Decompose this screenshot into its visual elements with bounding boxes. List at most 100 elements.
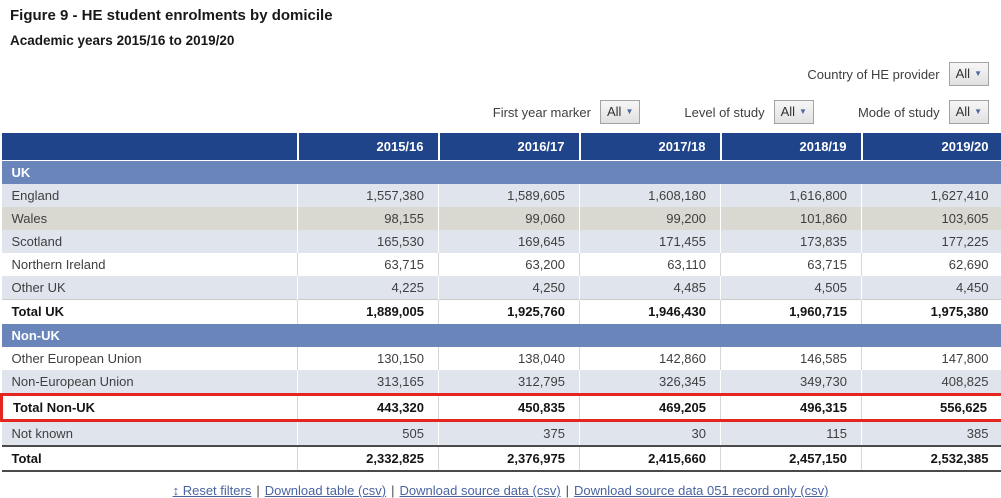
row-label: Other UK	[2, 276, 298, 300]
table-row: Other UK4,2254,2504,4854,5054,450	[2, 276, 1001, 300]
row-label: Not known	[2, 421, 298, 447]
cell-value: 63,715	[298, 253, 439, 276]
cell-value: 375	[439, 421, 580, 447]
level-filter-label: Level of study	[684, 105, 764, 120]
first-year-filter-dropdown[interactable]: All ▼	[600, 100, 640, 124]
country-filter-group: Country of HE provider All ▼	[807, 62, 989, 86]
cell-value: 115	[721, 421, 862, 447]
cell-value: 177,225	[862, 230, 1001, 253]
row-label: Other European Union	[2, 347, 298, 370]
row-label: Wales	[2, 207, 298, 230]
column-header-2018-19: 2018/19	[721, 133, 862, 161]
table-body: UKEngland1,557,3801,589,6051,608,1801,61…	[2, 161, 1001, 472]
cell-value: 146,585	[721, 347, 862, 370]
cell-value: 4,450	[862, 276, 1001, 300]
cell-value: 312,795	[439, 370, 580, 395]
row-label: Total	[2, 446, 298, 471]
cell-value: 556,625	[862, 395, 1001, 421]
cell-value: 2,332,825	[298, 446, 439, 471]
download-table-link[interactable]: Download table (csv)	[265, 483, 386, 498]
level-filter-value: All	[781, 105, 795, 119]
table-row: Wales98,15599,06099,200101,860103,605	[2, 207, 1001, 230]
cell-value: 1,889,005	[298, 300, 439, 324]
cell-value: 138,040	[439, 347, 580, 370]
footer-links: ↕ Reset filters|Download table (csv)|Dow…	[0, 483, 1001, 498]
cell-value: 1,608,180	[580, 184, 721, 207]
cell-value: 385	[862, 421, 1001, 447]
table-row: Non-European Union313,165312,795326,3453…	[2, 370, 1001, 395]
cell-value: 1,925,760	[439, 300, 580, 324]
section-label: UK	[2, 161, 1001, 185]
chevron-down-icon: ▼	[625, 108, 633, 116]
level-filter-group: Level of study All ▼	[684, 100, 814, 124]
cell-value: 1,960,715	[721, 300, 862, 324]
first-year-filter-label: First year marker	[493, 105, 591, 120]
section-header-row: UK	[2, 161, 1001, 185]
cell-value: 99,060	[439, 207, 580, 230]
cell-value: 408,825	[862, 370, 1001, 395]
cell-value: 62,690	[862, 253, 1001, 276]
chevron-down-icon: ▼	[974, 70, 982, 78]
mode-filter-value: All	[956, 105, 970, 119]
link-separator: |	[391, 483, 394, 498]
first-year-filter-group: First year marker All ▼	[493, 100, 641, 124]
cell-value: 63,200	[439, 253, 580, 276]
row-label: Total Non-UK	[2, 395, 298, 421]
cell-value: 1,946,430	[580, 300, 721, 324]
cell-value: 30	[580, 421, 721, 447]
level-filter-dropdown[interactable]: All ▼	[774, 100, 814, 124]
cell-value: 1,589,605	[439, 184, 580, 207]
column-header-2016-17: 2016/17	[439, 133, 580, 161]
cell-value: 98,155	[298, 207, 439, 230]
country-filter-dropdown[interactable]: All ▼	[949, 62, 989, 86]
table-row: Total2,332,8252,376,9752,415,6602,457,15…	[2, 446, 1001, 471]
row-label: Scotland	[2, 230, 298, 253]
cell-value: 63,110	[580, 253, 721, 276]
cell-value: 443,320	[298, 395, 439, 421]
first-year-filter-value: All	[607, 105, 621, 119]
cell-value: 313,165	[298, 370, 439, 395]
table-row: Not known50537530115385	[2, 421, 1001, 447]
row-label: Northern Ireland	[2, 253, 298, 276]
cell-value: 4,485	[580, 276, 721, 300]
column-header-2019-20: 2019/20	[862, 133, 1001, 161]
cell-value: 349,730	[721, 370, 862, 395]
table-row: Northern Ireland63,71563,20063,11063,715…	[2, 253, 1001, 276]
mode-filter-dropdown[interactable]: All ▼	[949, 100, 989, 124]
cell-value: 130,150	[298, 347, 439, 370]
cell-value: 4,505	[721, 276, 862, 300]
chevron-down-icon: ▼	[974, 108, 982, 116]
table-row: England1,557,3801,589,6051,608,1801,616,…	[2, 184, 1001, 207]
cell-value: 99,200	[580, 207, 721, 230]
table-row: Total UK1,889,0051,925,7601,946,4301,960…	[2, 300, 1001, 324]
row-label: England	[2, 184, 298, 207]
cell-value: 505	[298, 421, 439, 447]
country-filter-value: All	[956, 67, 970, 81]
table-row: Scotland165,530169,645171,455173,835177,…	[2, 230, 1001, 253]
download-source-data-link[interactable]: Download source data (csv)	[400, 483, 561, 498]
cell-value: 4,225	[298, 276, 439, 300]
cell-value: 142,860	[580, 347, 721, 370]
reset-filters-link[interactable]: ↕ Reset filters	[173, 483, 252, 498]
cell-value: 4,250	[439, 276, 580, 300]
page-subtitle: Academic years 2015/16 to 2019/20	[10, 32, 1001, 49]
section-label: Non-UK	[2, 324, 1001, 348]
download-source-data-051-link[interactable]: Download source data 051 record only (cs…	[574, 483, 828, 498]
filter-row-secondary: First year marker All ▼ Level of study A…	[0, 99, 1001, 125]
cell-value: 2,532,385	[862, 446, 1001, 471]
cell-value: 1,627,410	[862, 184, 1001, 207]
table-row: Other European Union130,150138,040142,86…	[2, 347, 1001, 370]
column-header-2015-16: 2015/16	[298, 133, 439, 161]
row-label: Total UK	[2, 300, 298, 324]
cell-value: 326,345	[580, 370, 721, 395]
page-title: Figure 9 - HE student enrolments by domi…	[10, 6, 1001, 25]
mode-filter-group: Mode of study All ▼	[858, 100, 989, 124]
mode-filter-label: Mode of study	[858, 105, 940, 120]
filter-row-country: Country of HE provider All ▼	[0, 61, 1001, 87]
row-label: Non-European Union	[2, 370, 298, 395]
cell-value: 171,455	[580, 230, 721, 253]
cell-value: 450,835	[439, 395, 580, 421]
cell-value: 165,530	[298, 230, 439, 253]
cell-value: 1,616,800	[721, 184, 862, 207]
cell-value: 63,715	[721, 253, 862, 276]
